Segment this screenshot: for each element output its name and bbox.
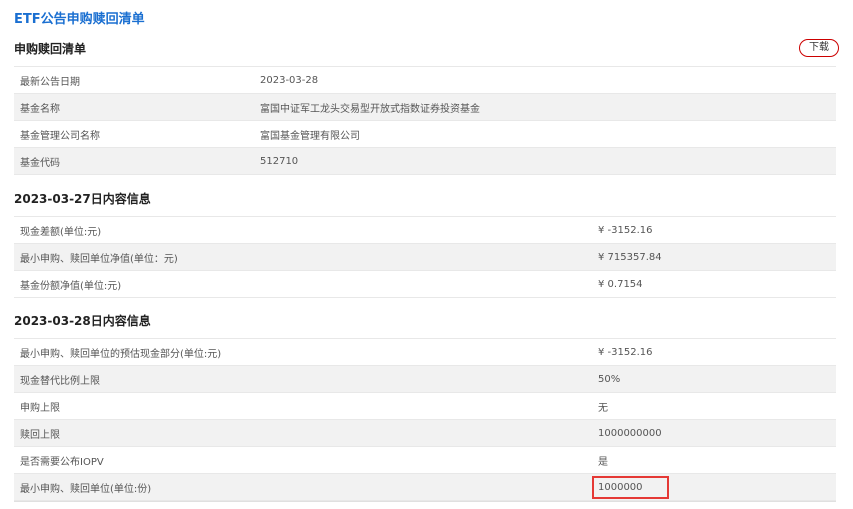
row-label: 最小申购、赎回单位净值(单位：元) [14,243,592,271]
row-value: ¥ -3152.16 [592,216,836,244]
row-value: 2023-03-28 [254,66,836,94]
table-row: 是否需要公布IOPV 是 [14,446,836,474]
row-value: ¥ 715357.84 [592,243,836,271]
row-label: 赎回上限 [14,419,592,447]
download-button[interactable]: 下载 [799,39,839,57]
etf-subscription-redemption-page: ETF公告申购赎回清单 申购赎回清单 下载 最新公告日期 2023-03-28 … [0,0,853,509]
row-label: 申购上限 [14,392,592,420]
row-value: ¥ -3152.16 [592,338,836,366]
table-row: 基金代码 512710 [14,147,836,175]
section-0328-header: 2023-03-28日内容信息 [14,310,839,330]
table-row: 基金名称 富国中证军工龙头交易型开放式指数证券投资基金 [14,93,836,121]
row-value-cell: 1000000 [592,473,836,501]
row-value: 是 [592,446,836,474]
row-label: 最小申购、赎回单位(单位:份) [14,473,592,501]
row-label: 基金份额净值(单位:元) [14,270,592,298]
row-label: 最小申购、赎回单位的预估现金部分(单位:元) [14,338,592,366]
section-0328-table: 最小申购、赎回单位的预估现金部分(单位:元) ¥ -3152.16 现金替代比例… [14,338,836,501]
table-row: 最小申购、赎回单位(单位:份) 1000000 [14,473,836,501]
table-row: 基金管理公司名称 富国基金管理有限公司 [14,120,836,148]
row-label: 现金替代比例上限 [14,365,592,393]
row-value: 富国中证军工龙头交易型开放式指数证券投资基金 [254,93,836,121]
table-row: 现金差额(单位:元) ¥ -3152.16 [14,216,836,244]
row-value: 512710 [254,147,836,175]
row-value: 50% [592,365,836,393]
section-0328-title: 2023-03-28日内容信息 [14,313,151,328]
bottom-divider [14,501,836,502]
list-section-title: 申购赎回清单 [14,41,87,56]
row-value: 1000000000 [592,419,836,447]
table-row: 现金替代比例上限 50% [14,365,836,393]
row-label: 基金名称 [14,93,254,121]
table-row: 申购上限 无 [14,392,836,420]
row-label: 基金代码 [14,147,254,175]
section-0327-table: 现金差额(单位:元) ¥ -3152.16 最小申购、赎回单位净值(单位：元) … [14,216,836,298]
row-value: 无 [592,392,836,420]
table-row: 最小申购、赎回单位净值(单位：元) ¥ 715357.84 [14,243,836,271]
page-title: ETF公告申购赎回清单 [14,12,145,27]
section-0327-header: 2023-03-27日内容信息 [14,188,839,208]
row-value: 富国基金管理有限公司 [254,120,836,148]
row-value: ¥ 0.7154 [592,270,836,298]
table-row: 最小申购、赎回单位的预估现金部分(单位:元) ¥ -3152.16 [14,338,836,366]
highlighted-value: 1000000 [592,475,669,499]
table-row: 最新公告日期 2023-03-28 [14,66,836,94]
row-label: 现金差额(单位:元) [14,216,592,244]
table-row: 赎回上限 1000000000 [14,419,836,447]
row-label: 是否需要公布IOPV [14,446,592,474]
table-row: 基金份额净值(单位:元) ¥ 0.7154 [14,270,836,298]
fund-info-table: 最新公告日期 2023-03-28 基金名称 富国中证军工龙头交易型开放式指数证… [14,66,836,175]
row-label: 基金管理公司名称 [14,120,254,148]
row-label: 最新公告日期 [14,66,254,94]
section-0327-title: 2023-03-27日内容信息 [14,191,151,206]
list-section-header: 申购赎回清单 下载 [14,38,839,58]
